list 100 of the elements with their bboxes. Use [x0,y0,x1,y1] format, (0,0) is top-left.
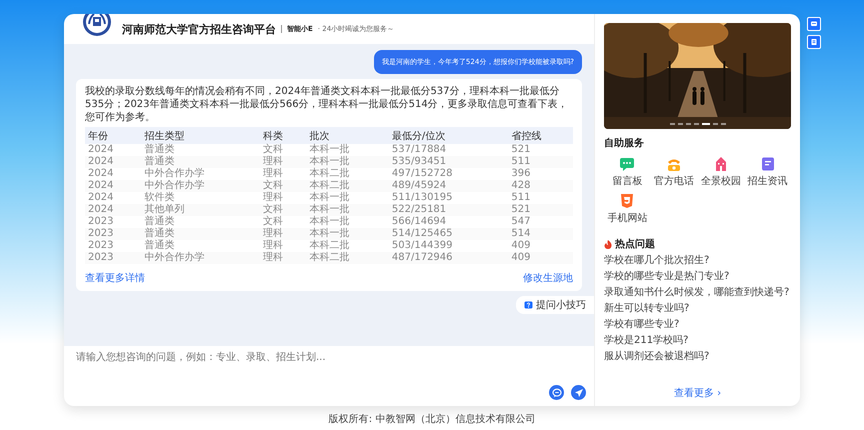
hot-question-link[interactable]: 学校有哪些专业? [604,318,791,331]
table-cell: 566/14694 [388,216,508,228]
table-cell: 547 [508,216,573,228]
table-cell: 普通类 [141,228,260,240]
table-cell: 514 [508,228,573,240]
table-cell: 本科二批 [306,252,389,264]
help-icon [524,300,533,310]
hot-question-link[interactable]: 学校在哪几个批次招生? [604,254,791,267]
column-header: 最低分/位次 [388,127,508,144]
column-header: 科类 [260,127,306,144]
table-cell: 409 [508,240,573,252]
send-button[interactable] [571,385,586,400]
service-item[interactable]: 全景校园 [698,156,744,188]
answer-text: 我校的录取分数线每年的情况会稍有不同，2024年普通类文科本科一批最低分537分，理科本科一批最低分535分；2023年普通类文科本科一批最低分566分，理科本科一批最低分514分，更多录取信息可查看下表，您可作为参考。 [85,85,569,124]
table-cell: 文科 [260,180,306,192]
table-cell: 2024 [85,204,142,216]
table-cell: 511 [508,192,573,204]
table-cell: 409 [508,252,573,264]
column-header: 省控线 [508,127,573,144]
table-cell: 535/93451 [388,156,508,168]
table-cell: 521 [508,204,573,216]
table-cell: 本科一批 [306,192,389,204]
table-cell: 2024 [85,192,142,204]
document-float-button[interactable] [807,35,821,49]
chat-bubble-icon [552,388,562,398]
table-cell: 2023 [85,252,142,264]
table-cell: 中外合作办学 [141,180,260,192]
service-item[interactable]: 官方电话 [650,156,698,188]
site-title: 河南师范大学官方招生咨询平台 [122,22,276,36]
send-icon [574,388,584,398]
document-icon [760,156,776,172]
table-cell: 文科 [260,144,306,156]
table-cell: 2023 [85,228,142,240]
table-cell: 本科二批 [306,180,389,192]
hot-questions-title: 热点问题 [615,238,655,251]
table-cell: 2024 [85,144,142,156]
table-cell: 本科一批 [306,216,389,228]
table-cell: 理科 [260,168,306,180]
table-cell: 中外合作办学 [141,252,260,264]
service-item[interactable]: 招生资讯 [744,156,791,188]
table-cell: 普通类 [141,144,260,156]
message-icon [619,156,636,172]
more-details-link[interactable]: 查看更多详情 [85,271,145,285]
table-cell: 521 [508,144,573,156]
table-cell: 本科一批 [306,144,389,156]
table-cell: 503/144399 [388,240,508,252]
table-cell: 文科 [260,216,306,228]
table-cell: 普通类 [141,216,260,228]
table-cell: 511/130195 [388,192,508,204]
table-cell: 497/152728 [388,168,508,180]
table-cell: 2023 [85,216,142,228]
column-header: 批次 [306,127,389,144]
table-cell: 本科二批 [306,168,389,180]
services-title: 自助服务 [604,136,645,150]
hot-question-link[interactable]: 新生可以转专业吗? [604,302,791,315]
html5-icon [619,193,636,209]
table-cell: 2024 [85,168,142,180]
table-cell: 理科 [260,156,306,168]
table-cell: 428 [508,180,573,192]
table-cell: 396 [508,168,573,180]
table-cell: 普通类 [141,156,260,168]
copyright-text: 版权所有: 中教智网（北京）信息技术有限公司 [328,412,536,426]
table-cell: 普通类 [141,240,260,252]
table-cell: 522/25181 [388,204,508,216]
chat-float-button[interactable] [807,17,821,31]
table-cell: 其他单列 [141,204,260,216]
service-item[interactable]: 手机网站 [604,193,651,225]
service-item[interactable]: 留言板 [604,156,651,188]
chat-button[interactable] [549,385,564,400]
table-cell: 文科 [260,204,306,216]
table-cell: 理科 [260,228,306,240]
table-cell: 本科一批 [306,156,389,168]
table-cell: 489/45924 [388,180,508,192]
question-tips-button[interactable]: 提问小技巧 [516,296,594,314]
hot-question-link[interactable]: 学校是211学校吗? [604,334,791,347]
flame-icon [604,240,612,248]
hot-question-link[interactable]: 录取通知书什么时候发，哪能查到快递号? [604,286,791,299]
table-cell: 487/172946 [388,252,508,264]
table-cell: 2023 [85,240,142,252]
table-cell: 514/125465 [388,228,508,240]
hot-question-link[interactable]: 服从调剂还会被退档吗? [604,350,791,363]
view-more-link[interactable]: 查看更多 › [674,386,722,400]
table-cell: 2024 [85,156,142,168]
table-cell: 软件类 [141,192,260,204]
table-cell: 本科一批 [306,228,389,240]
table-cell: 本科二批 [306,240,389,252]
message-icon [810,20,818,28]
table-cell: 2024 [85,180,142,192]
table-cell: 511 [508,156,573,168]
edit-origin-link[interactable]: 修改生源地 [523,271,573,285]
hot-question-link[interactable]: 学校的哪些专业是热门专业? [604,270,791,283]
table-cell: 中外合作办学 [141,168,260,180]
table-cell: 本科一批 [306,204,389,216]
table-cell: 理科 [260,252,306,264]
table-cell: 537/17884 [388,144,508,156]
table-cell: 理科 [260,240,306,252]
column-header: 招生类型 [141,127,260,144]
document-icon [810,38,818,46]
table-cell: 理科 [260,192,306,204]
column-header: 年份 [85,127,142,144]
